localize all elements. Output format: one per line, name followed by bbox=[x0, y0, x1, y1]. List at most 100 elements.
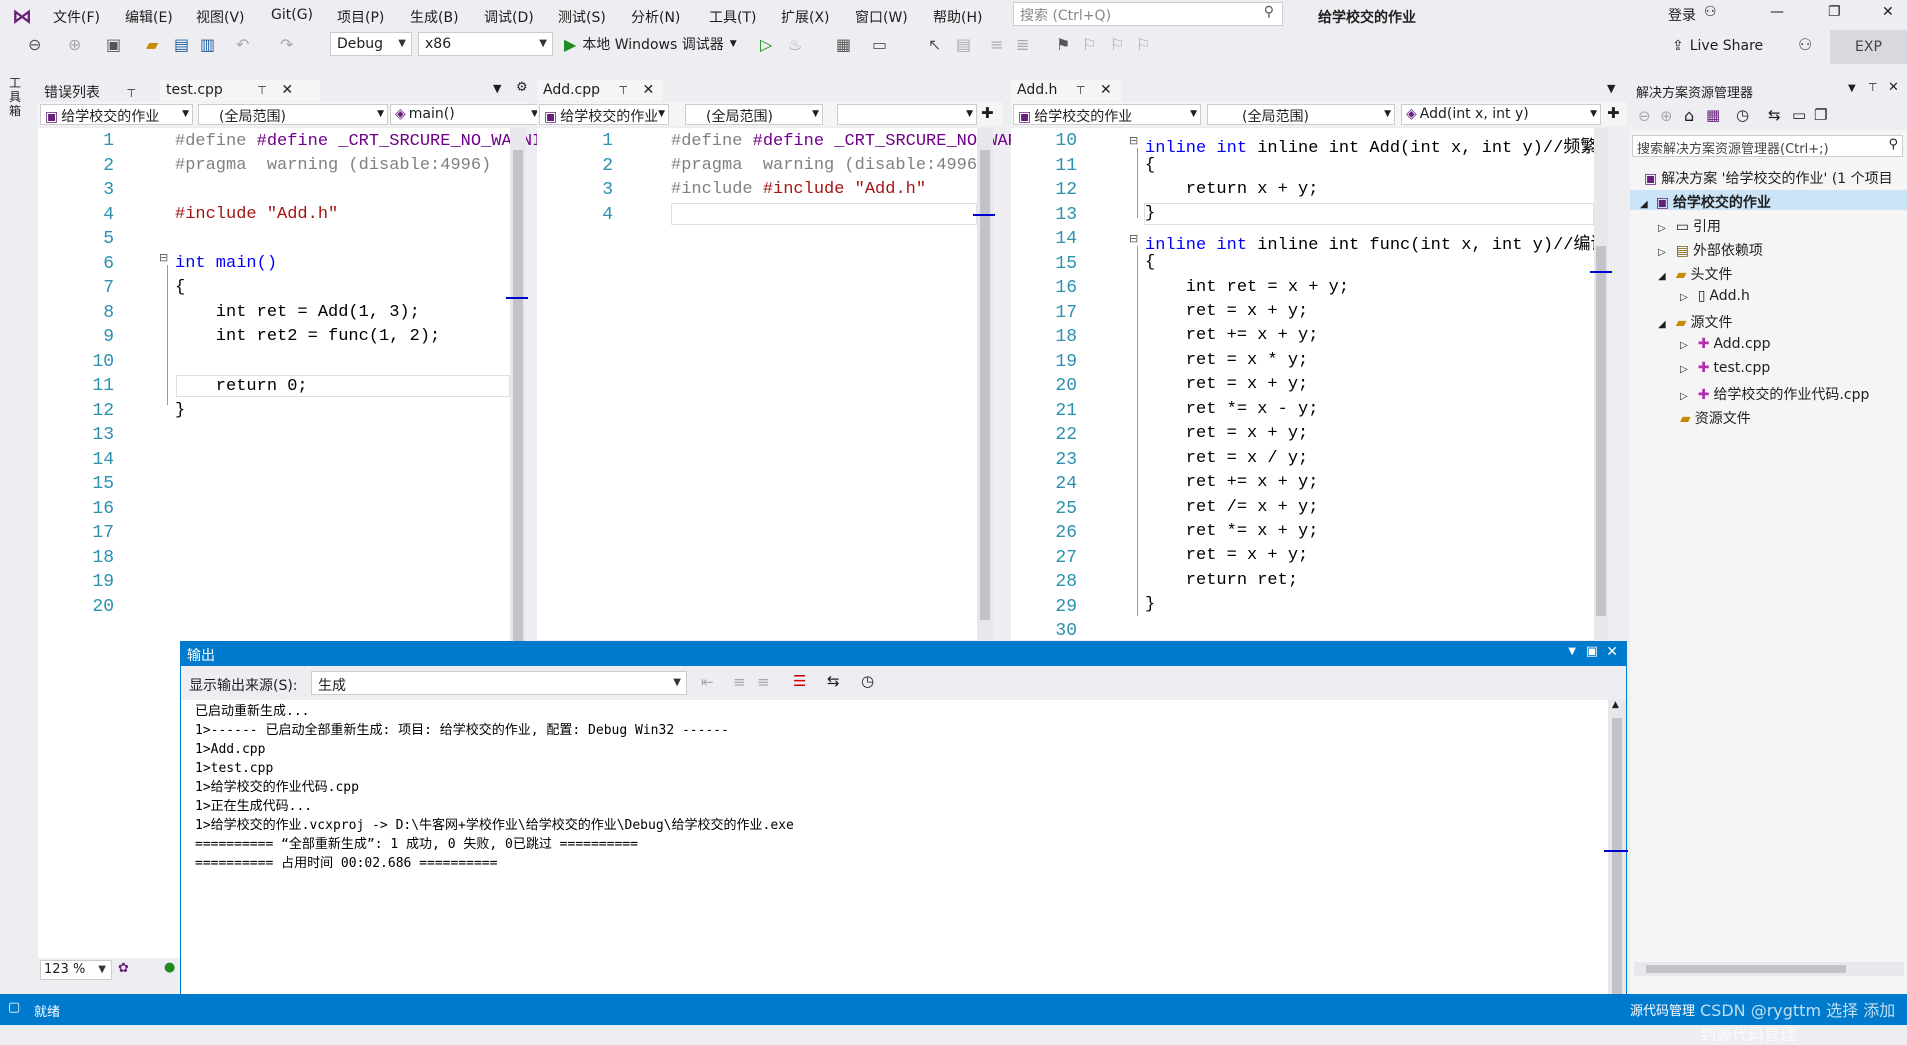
next-bookmark-icon[interactable]: ⚐ bbox=[1110, 35, 1124, 54]
project-scope-select[interactable]: ▣ 给学校交的作业 ▼ bbox=[40, 104, 193, 125]
editor-add-h[interactable]: 10 11 12 13 14 15 16 17 18 19 20 21 22 23 24 25 26 27 28 29… bbox=[1011, 128, 1594, 640]
save-all-icon[interactable]: ▥ bbox=[200, 35, 215, 54]
next-message-icon[interactable]: ≡ bbox=[757, 673, 770, 691]
pin-icon[interactable]: ⊤ bbox=[618, 84, 628, 97]
redo-icon[interactable]: ↷ bbox=[280, 35, 293, 54]
switch-views-icon[interactable]: ▦ bbox=[1706, 106, 1720, 124]
collapse-all-icon[interactable]: ▭ bbox=[1792, 106, 1806, 124]
forward-icon[interactable]: ⊕ bbox=[1660, 107, 1673, 125]
tab-overflow-icon[interactable]: ▼ bbox=[493, 82, 501, 95]
maximize-icon[interactable]: ▣ bbox=[1586, 644, 1598, 659]
scroll-thumb[interactable] bbox=[1646, 965, 1846, 973]
tree-references[interactable]: ▷ ▭ 引用 bbox=[1658, 216, 1721, 236]
sync-icon[interactable]: ⇆ bbox=[1768, 106, 1781, 124]
live-share-button[interactable]: ⇪ Live Share bbox=[1672, 38, 1763, 54]
close-icon[interactable]: ✕ bbox=[281, 82, 293, 98]
solution-search-input[interactable]: 搜索解决方案资源管理器(Ctrl+;) ⚲ bbox=[1632, 135, 1903, 157]
find-message-icon[interactable]: ⇤ bbox=[701, 673, 714, 691]
solution-platform-select[interactable]: x86 ▼ bbox=[418, 32, 553, 56]
close-window-button[interactable]: ✕ bbox=[1882, 4, 1894, 20]
intellicode-icon[interactable]: ✿ bbox=[118, 961, 129, 976]
chevron-down-icon[interactable]: ▼ bbox=[1848, 83, 1856, 94]
clear-bookmark-icon[interactable]: ⚐ bbox=[1136, 35, 1150, 54]
pin-icon[interactable]: ⊤ bbox=[257, 84, 267, 97]
tree-homework-code-cpp[interactable]: ▷ ✚ 给学校交的作业代码.cpp bbox=[1680, 384, 1869, 404]
tree-source-files[interactable]: ◢ ▰ 源文件 bbox=[1658, 312, 1732, 332]
open-folder-icon[interactable]: ▰ bbox=[146, 35, 158, 54]
collapse-icon[interactable]: ⊟ bbox=[1129, 134, 1138, 147]
output-vertical-scrollbar[interactable]: ▲ bbox=[1604, 700, 1628, 1024]
close-icon[interactable]: ✕ bbox=[1888, 80, 1899, 95]
source-control-tab[interactable]: 源代码管理 bbox=[1630, 1000, 1695, 1019]
tree-add-h[interactable]: ▷ ▯ Add.h bbox=[1680, 288, 1750, 304]
output-text[interactable]: 已启动重新生成... 1>------ 已启动全部重新生成: 项目: 给学校交的作… bbox=[195, 702, 794, 873]
menu-window[interactable]: 窗口(W) bbox=[855, 7, 908, 27]
layout-icon[interactable]: ▭ bbox=[872, 35, 887, 54]
scroll-thumb[interactable] bbox=[1596, 246, 1606, 616]
tree-add-cpp[interactable]: ▷ ✚ Add.cpp bbox=[1680, 336, 1770, 352]
zoom-select[interactable]: 123 % ▼ bbox=[40, 960, 112, 980]
tab-add-cpp[interactable]: Add.cpp ⊤ ✕ bbox=[537, 80, 663, 101]
pin-icon[interactable]: ⊤ bbox=[1076, 84, 1086, 97]
menu-debug[interactable]: 调试(D) bbox=[484, 7, 534, 27]
show-all-files-icon[interactable]: ❐ bbox=[1814, 106, 1827, 124]
close-icon[interactable]: ✕ bbox=[1100, 82, 1112, 98]
pending-changes-icon[interactable]: ◷ bbox=[1736, 106, 1749, 124]
feedback-icon[interactable]: ⚇ bbox=[1798, 35, 1812, 54]
tree-test-cpp[interactable]: ▷ ✚ test.cpp bbox=[1680, 360, 1770, 376]
split-icon[interactable]: ✚ bbox=[1607, 104, 1620, 122]
tree-solution-root[interactable]: ▣ 解决方案 '给学校交的作业' (1 个项目 bbox=[1644, 168, 1893, 188]
solution-explorer-toolbar-icon[interactable]: ▦ bbox=[836, 35, 851, 54]
middle-vertical-scrollbar[interactable] bbox=[973, 128, 995, 640]
menu-edit[interactable]: 编辑(E) bbox=[125, 7, 173, 27]
comment-icon[interactable]: ≡ bbox=[990, 35, 1003, 54]
tab-add-h[interactable]: Add.h ⊤ ✕ bbox=[1011, 80, 1121, 101]
align-icon[interactable]: ▤ bbox=[956, 35, 971, 54]
menu-build[interactable]: 生成(B) bbox=[410, 7, 459, 27]
project-scope-select[interactable]: ▣ 给学校交的作业 ▼ bbox=[539, 104, 669, 125]
menu-analyze[interactable]: 分析(N) bbox=[631, 7, 680, 27]
gear-icon[interactable]: ⚙ bbox=[516, 80, 528, 95]
tab-overflow-icon[interactable]: ▼ bbox=[1607, 82, 1615, 95]
global-scope-select[interactable]: (全局范围) ▼ bbox=[685, 104, 823, 125]
restore-button[interactable]: ❐ bbox=[1828, 4, 1841, 20]
collapse-icon[interactable]: ⊟ bbox=[159, 251, 168, 264]
close-icon[interactable]: ✕ bbox=[1606, 644, 1618, 660]
right-vertical-scrollbar[interactable] bbox=[1590, 128, 1612, 640]
chevron-down-icon[interactable]: ▼ bbox=[1568, 646, 1576, 657]
menu-file[interactable]: 文件(F) bbox=[53, 7, 100, 27]
close-icon[interactable]: ✕ bbox=[643, 82, 655, 98]
output-source-select[interactable]: 生成 ▼ bbox=[311, 671, 687, 695]
tree-project[interactable]: ◢ ▣ 给学校交的作业 bbox=[1640, 192, 1771, 212]
home-icon[interactable]: ⌂ bbox=[1684, 106, 1694, 125]
member-select[interactable]: ◈ main() ▼ bbox=[390, 104, 542, 125]
pin-icon[interactable]: ⊤ bbox=[126, 87, 136, 100]
member-select[interactable]: ◈ Add(int x, int y) ▼ bbox=[1401, 104, 1601, 125]
prev-message-icon[interactable]: ≡ bbox=[733, 673, 746, 691]
tree-external-dependencies[interactable]: ▷ ▤ 外部依赖项 bbox=[1658, 240, 1763, 260]
member-select[interactable]: ▼ bbox=[837, 104, 977, 125]
menu-project[interactable]: 项目(P) bbox=[337, 7, 384, 27]
search-input[interactable]: 搜索 (Ctrl+Q) ⚲ bbox=[1013, 2, 1283, 26]
scroll-thumb[interactable] bbox=[980, 150, 990, 620]
solution-config-select[interactable]: Debug ▼ bbox=[330, 32, 412, 56]
hot-reload-icon[interactable]: ♨ bbox=[788, 35, 802, 54]
menu-git[interactable]: Git(G) bbox=[271, 7, 313, 23]
clear-all-icon[interactable]: ☰ bbox=[793, 672, 806, 690]
back-icon[interactable]: ⊖ bbox=[1638, 107, 1651, 125]
back-icon[interactable]: ⊖ bbox=[28, 35, 41, 54]
bookmark-icon[interactable]: ⚑ bbox=[1056, 35, 1070, 54]
tab-error-list[interactable]: 错误列表 ⊤ bbox=[38, 80, 158, 101]
menu-help[interactable]: 帮助(H) bbox=[933, 7, 982, 27]
solution-horizontal-scrollbar[interactable] bbox=[1634, 962, 1904, 976]
scroll-thumb[interactable] bbox=[1612, 718, 1622, 1018]
start-debugging-button[interactable]: ▶ 本地 Windows 调试器 ▼ bbox=[564, 34, 737, 54]
account-icon[interactable]: ⚇ bbox=[1704, 4, 1717, 20]
collapse-icon[interactable]: ⊟ bbox=[1129, 232, 1138, 245]
global-scope-select[interactable]: (全局范围) ▼ bbox=[1207, 104, 1395, 125]
pin-icon[interactable]: ⊤ bbox=[1868, 81, 1878, 94]
undo-icon[interactable]: ↶ bbox=[236, 35, 249, 54]
scroll-up-icon[interactable]: ▲ bbox=[1612, 700, 1619, 710]
start-without-debugging-icon[interactable]: ▷ bbox=[760, 35, 772, 54]
toolbox-strip[interactable]: 工具箱 bbox=[0, 64, 32, 994]
